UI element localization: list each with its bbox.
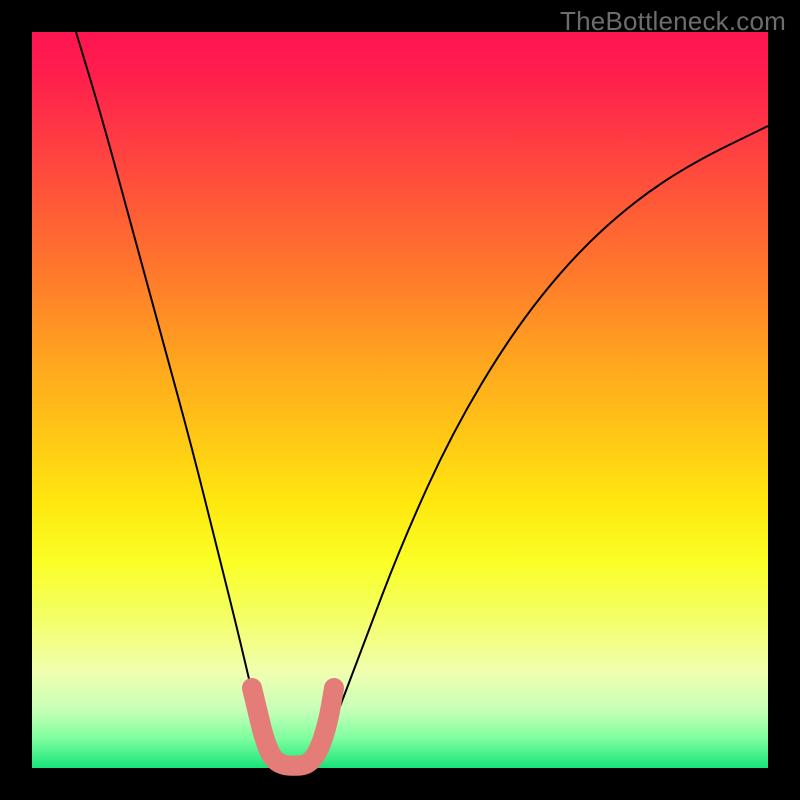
series-group	[76, 32, 768, 768]
series-left-branch	[76, 32, 275, 768]
chart-svg	[32, 32, 768, 768]
series-bottom-highlight	[252, 688, 334, 766]
watermark-text: TheBottleneck.com	[560, 6, 786, 37]
chart-frame: TheBottleneck.com	[0, 0, 800, 800]
plot-area	[32, 32, 768, 768]
series-right-branch	[313, 126, 768, 768]
